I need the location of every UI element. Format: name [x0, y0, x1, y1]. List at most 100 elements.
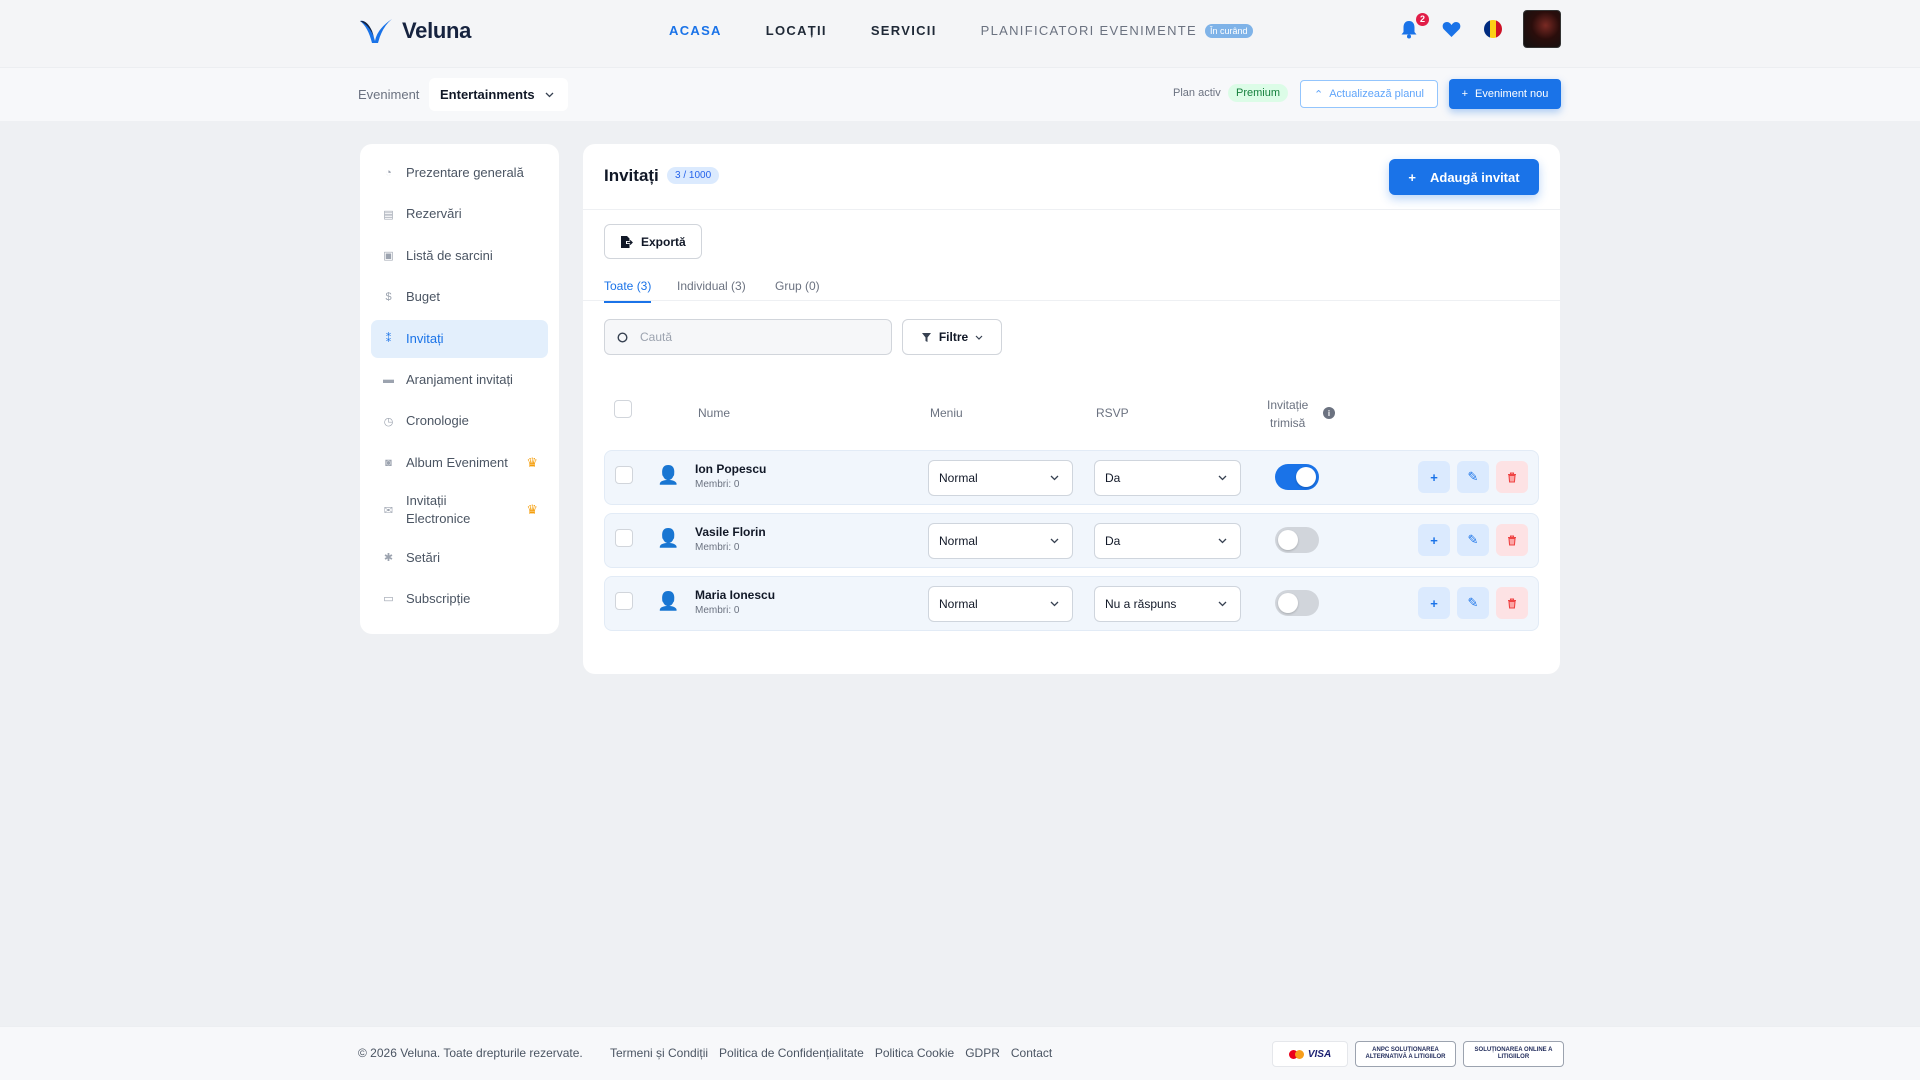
- edit-guest-button[interactable]: ✎: [1457, 587, 1489, 619]
- footer-link-privacy[interactable]: Politica de Confidențialitate: [719, 1046, 864, 1060]
- invite-sent-toggle[interactable]: [1275, 590, 1319, 616]
- menu-select-value: Normal: [939, 471, 978, 485]
- upgrade-plan-button[interactable]: ⌃ Actualizează planul: [1300, 80, 1438, 108]
- sidebar-item-settings[interactable]: ✱ Setări: [371, 539, 548, 577]
- pencil-icon: ✎: [1467, 532, 1479, 547]
- rsvp-select[interactable]: Nu a răspuns: [1094, 586, 1241, 622]
- menu-select[interactable]: Normal: [928, 586, 1073, 622]
- anpc-sal-label: ANPC SOLUȚIONAREA ALTERNATIVĂ A LITIGIIL…: [1365, 1047, 1446, 1060]
- tab-all[interactable]: Toate (3): [604, 279, 652, 303]
- sol-label: SOLUȚIONAREA ONLINE A LITIGIILOR: [1474, 1047, 1553, 1060]
- add-member-button[interactable]: +: [1418, 524, 1450, 556]
- copyright-text: © 2026 Veluna. Toate drepturile rezervat…: [358, 1046, 583, 1060]
- sidebar-item-overview[interactable]: ◔ Prezentare generală: [371, 154, 548, 192]
- chevron-down-icon: [1050, 475, 1059, 481]
- footer-link-contact[interactable]: Contact: [1011, 1046, 1052, 1060]
- rsvp-select[interactable]: Da: [1094, 460, 1241, 496]
- sidebar-item-e-invitations[interactable]: ✉ Invitații Electronice ♛: [371, 485, 548, 535]
- panel-header: Invitați 3 / 1000 + Adaugă invitat: [583, 144, 1560, 210]
- footer-link-gdpr[interactable]: GDPR: [965, 1046, 1000, 1060]
- info-icon[interactable]: i: [1323, 407, 1335, 419]
- new-event-button[interactable]: + Eveniment nou: [1449, 79, 1561, 109]
- edit-guest-button[interactable]: ✎: [1457, 461, 1489, 493]
- gear-icon: ✱: [383, 552, 394, 565]
- event-label: Eveniment: [358, 87, 420, 102]
- menu-select[interactable]: Normal: [928, 523, 1073, 559]
- delete-guest-button[interactable]: [1496, 587, 1528, 619]
- sidebar-item-tasks[interactable]: ▣ Listă de sarcini: [371, 237, 548, 275]
- row-checkbox[interactable]: [615, 466, 633, 484]
- sidebar-item-label: Cronologie: [406, 413, 469, 429]
- chevron-down-icon: [1218, 475, 1227, 481]
- add-member-button[interactable]: +: [1418, 461, 1450, 493]
- sidebar-item-label: Setări: [406, 549, 440, 565]
- row-checkbox[interactable]: [615, 592, 633, 610]
- filters-label: Filtre: [938, 330, 969, 344]
- language-button[interactable]: [1481, 17, 1505, 41]
- favorites-button[interactable]: [1439, 17, 1463, 41]
- delete-guest-button[interactable]: [1496, 524, 1528, 556]
- table-row: 👤 Vasile Florin Membri: 0 Normal Da + ✎: [604, 513, 1539, 568]
- building-icon: ▤: [383, 208, 394, 221]
- payment-badge: VISA: [1272, 1041, 1348, 1067]
- rsvp-select[interactable]: Da: [1094, 523, 1241, 559]
- filters-button[interactable]: Filtre: [902, 319, 1002, 355]
- pencil-icon: ✎: [1467, 595, 1479, 610]
- event-select[interactable]: Entertainments: [429, 78, 568, 111]
- logo-mark-icon: [360, 19, 392, 43]
- add-member-button[interactable]: +: [1418, 587, 1450, 619]
- sidebar-item-seating[interactable]: ▬ Aranjament invitați: [371, 361, 548, 399]
- footer: © 2026 Veluna. Toate drepturile rezervat…: [0, 1026, 1920, 1080]
- nav-link-services[interactable]: SERVICII: [871, 23, 937, 38]
- delete-guest-button[interactable]: [1496, 461, 1528, 493]
- footer-links: Termeni și Condiții Politica de Confiden…: [610, 1046, 1052, 1060]
- new-event-label: Eveniment nou: [1475, 88, 1549, 100]
- sidebar-item-guests[interactable]: ⁑ Invitați: [371, 319, 548, 358]
- file-export-icon: [621, 235, 633, 248]
- export-button[interactable]: Exportă: [604, 224, 702, 259]
- menu-select[interactable]: Normal: [928, 460, 1073, 496]
- table-row: 👤 Maria Ionescu Membri: 0 Normal Nu a ră…: [604, 576, 1539, 631]
- sidebar-item-album[interactable]: ◙ Album Eveniment ♛: [371, 444, 548, 482]
- person-icon: 👤: [657, 465, 680, 485]
- row-checkbox[interactable]: [615, 529, 633, 547]
- column-header-name: Nume: [698, 406, 731, 420]
- bell-icon: [1401, 20, 1417, 38]
- user-avatar[interactable]: [1523, 10, 1561, 48]
- logo[interactable]: Veluna: [358, 17, 471, 45]
- add-guest-button[interactable]: + Adaugă invitat: [1389, 159, 1539, 195]
- select-all-checkbox[interactable]: [614, 400, 632, 418]
- notifications-button[interactable]: 2: [1397, 13, 1429, 41]
- footer-link-cookie[interactable]: Politica Cookie: [875, 1046, 954, 1060]
- footer-link-terms[interactable]: Termeni și Condiții: [610, 1046, 708, 1060]
- sidebar-item-subscription[interactable]: ▭ Subscripție: [371, 580, 548, 618]
- column-header-menu: Meniu: [930, 406, 963, 420]
- rsvp-select-value: Da: [1105, 534, 1121, 548]
- romania-flag-icon: [1484, 20, 1502, 38]
- edit-guest-button[interactable]: ✎: [1457, 524, 1489, 556]
- sidebar-item-label: Album Eveniment: [406, 454, 508, 470]
- chevron-down-icon: [1050, 538, 1059, 544]
- sidebar-item-budget[interactable]: $ Buget: [371, 278, 548, 316]
- tab-individual[interactable]: Individual (3): [677, 279, 746, 301]
- menu-select-value: Normal: [939, 534, 978, 548]
- sidebar-item-reservations[interactable]: ▤ Rezervări: [371, 195, 548, 233]
- event-select-value: Entertainments: [440, 87, 535, 102]
- chevron-down-icon: [1218, 601, 1227, 607]
- card-icon: ▭: [383, 593, 394, 606]
- nav-link-locations[interactable]: LOCAȚII: [766, 23, 827, 38]
- anpc-sal-badge[interactable]: ANPC SOLUȚIONAREA ALTERNATIVĂ A LITIGIIL…: [1355, 1041, 1456, 1067]
- tab-group[interactable]: Grup (0): [775, 279, 820, 301]
- sol-badge[interactable]: SOLUȚIONAREA ONLINE A LITIGIILOR: [1463, 1041, 1564, 1067]
- invite-sent-toggle[interactable]: [1275, 527, 1319, 553]
- sidebar-item-timeline[interactable]: ◷ Cronologie: [371, 402, 548, 440]
- invite-sent-toggle[interactable]: [1275, 464, 1319, 490]
- search-input[interactable]: [640, 330, 860, 344]
- nav-link-planners[interactable]: PLANIFICATORI EVENIMENTE: [981, 23, 1197, 38]
- chevron-down-icon: [1218, 538, 1227, 544]
- search-box: [604, 319, 892, 355]
- notification-count-badge: 2: [1415, 13, 1429, 26]
- clock-icon: ◷: [383, 415, 394, 428]
- nav-link-home[interactable]: ACASA: [669, 23, 722, 38]
- nav-actions: 2: [1397, 10, 1561, 48]
